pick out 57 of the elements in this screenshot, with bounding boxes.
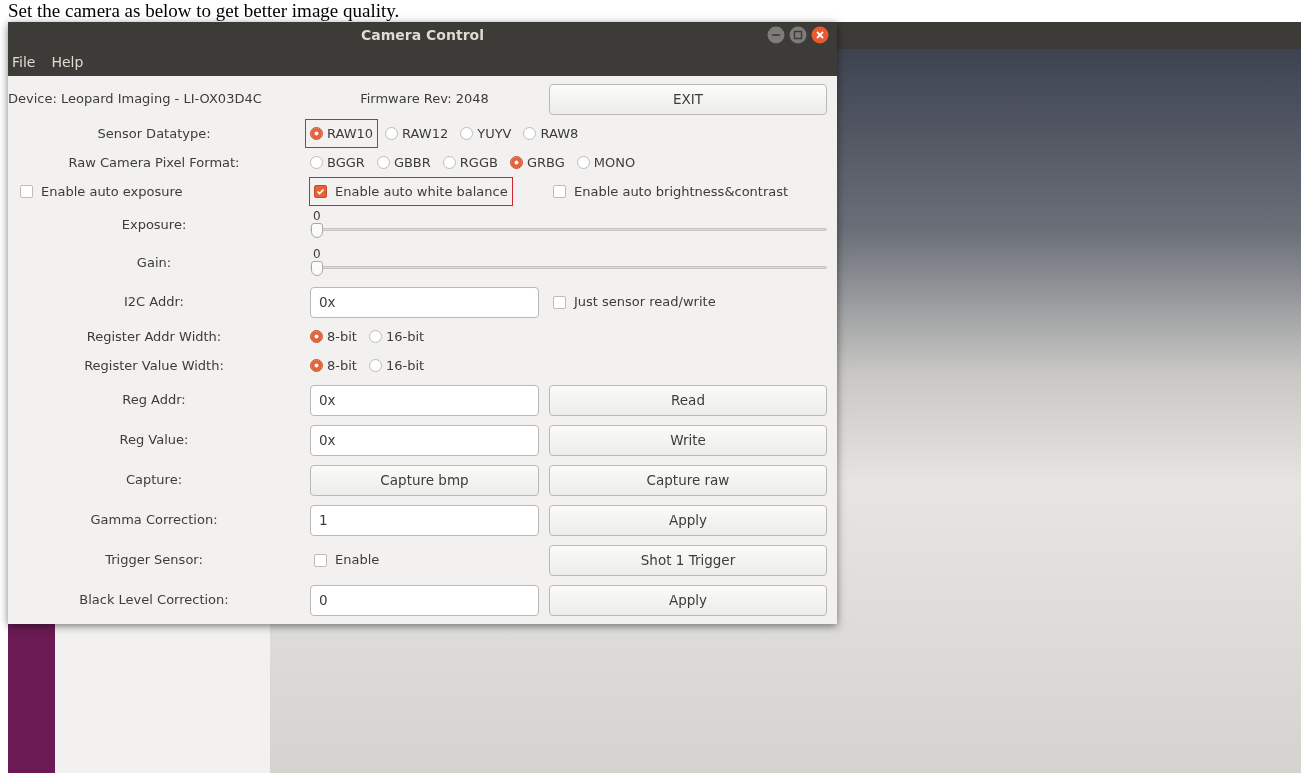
- slider-thumb[interactable]: [311, 223, 323, 238]
- radio-option[interactable]: RAW8: [519, 119, 583, 148]
- push-button[interactable]: Apply: [549, 504, 827, 536]
- push-button[interactable]: EXIT: [549, 83, 827, 115]
- slider-value: 0: [313, 246, 321, 263]
- checkbox-option[interactable]: Enable auto white balance: [310, 177, 512, 206]
- slider-thumb[interactable]: [311, 261, 323, 276]
- radio-option[interactable]: GRBG: [505, 148, 569, 177]
- field-label: Raw Camera Pixel Format:: [67, 153, 241, 172]
- radio-option[interactable]: RGGB: [438, 148, 502, 177]
- checkbox-option[interactable]: Enable auto exposure: [16, 177, 187, 206]
- menu-item[interactable]: File: [12, 51, 36, 73]
- minimize-icon[interactable]: [767, 26, 785, 44]
- input-field[interactable]: 0x: [310, 286, 539, 318]
- radio-option[interactable]: YUYV: [456, 119, 516, 148]
- checkbox-option[interactable]: Enable: [310, 546, 384, 574]
- push-button[interactable]: Read: [549, 384, 827, 416]
- menu-item[interactable]: Help: [51, 51, 84, 73]
- input-field[interactable]: 0x: [310, 424, 539, 456]
- input-field[interactable]: 0x: [310, 384, 539, 416]
- caption-text: Set the camera as below to get better image quality.: [7, 0, 401, 22]
- input-field[interactable]: 0: [310, 584, 539, 616]
- field-label: I2C Addr:: [123, 293, 185, 312]
- field-label: Trigger Sensor:: [104, 551, 204, 570]
- field-label: Register Addr Width:: [85, 327, 223, 346]
- radio-option[interactable]: RAW10: [306, 119, 378, 148]
- field-label: Exposure:: [120, 216, 188, 235]
- field-label: Sensor Datatype:: [96, 124, 212, 143]
- push-button[interactable]: Write: [549, 424, 827, 456]
- radio-option[interactable]: 8-bit: [306, 322, 361, 351]
- radio-option[interactable]: 16-bit: [364, 322, 429, 351]
- field-label: Gamma Correction:: [89, 511, 219, 530]
- checkbox-option[interactable]: Enable auto brightness&contrast: [549, 177, 793, 206]
- field-label: Capture:: [124, 471, 184, 490]
- slider-value: 0: [313, 208, 321, 225]
- checkmark-icon: [315, 186, 326, 197]
- field-label: Gain:: [135, 254, 173, 273]
- radio-option[interactable]: BGGR: [306, 148, 369, 177]
- radio-option[interactable]: RAW12: [381, 119, 453, 148]
- field-label: Reg Value:: [118, 431, 190, 450]
- radio-option[interactable]: MONO: [572, 148, 640, 177]
- push-button[interactable]: Capture raw: [549, 464, 827, 496]
- info-text: Device: Leopard Imaging - LI-OX03D4C: [8, 90, 263, 109]
- field-label: Register Value Width:: [83, 356, 225, 375]
- close-icon[interactable]: [811, 26, 829, 44]
- radio-option[interactable]: 8-bit: [306, 351, 361, 380]
- radio-option[interactable]: 16-bit: [364, 351, 429, 380]
- push-button[interactable]: Shot 1 Trigger: [549, 544, 827, 576]
- checkbox-option[interactable]: Just sensor read/write: [549, 288, 720, 316]
- input-field[interactable]: 1: [310, 504, 539, 536]
- window-title: Camera Control: [361, 25, 484, 45]
- push-button[interactable]: Apply: [549, 584, 827, 616]
- field-label: Black Level Correction:: [78, 591, 230, 610]
- field-label: Reg Addr:: [121, 391, 187, 410]
- radio-option[interactable]: GBBR: [372, 148, 435, 177]
- push-button[interactable]: Capture bmp: [310, 464, 539, 496]
- info-text: Firmware Rev: 2048: [359, 90, 490, 109]
